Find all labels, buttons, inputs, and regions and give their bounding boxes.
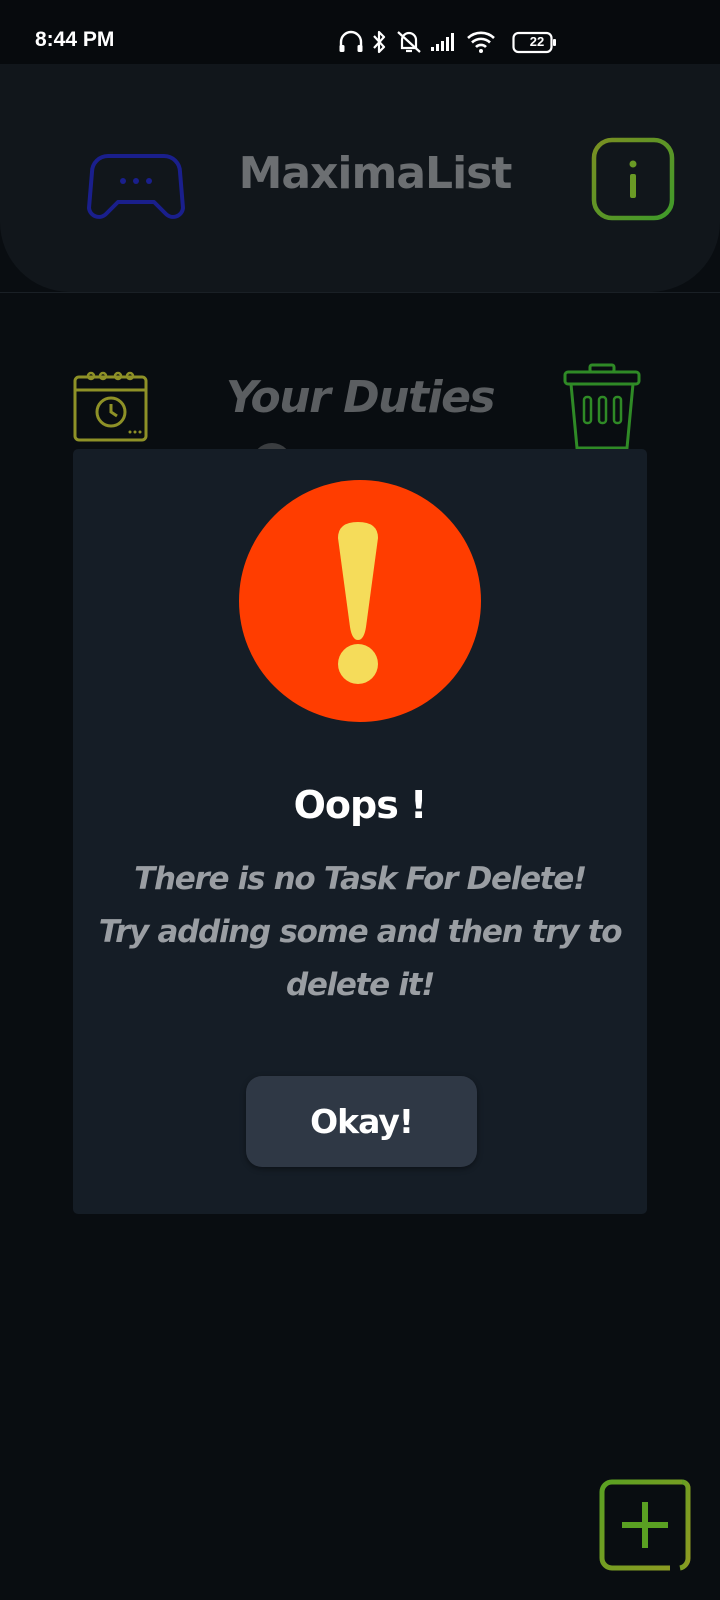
battery-level: 22 [529, 34, 545, 49]
status-bar: 8:44 PM 22 [0, 0, 720, 64]
trash-icon[interactable] [562, 362, 642, 452]
status-time: 8:44 PM [35, 28, 115, 51]
dialog-title: Oops ! [293, 783, 428, 827]
cell-signal-icon [431, 33, 454, 51]
okay-button[interactable]: Okay! [246, 1076, 477, 1167]
oops-dialog: Oops ! There is no Task For Delete! Try … [73, 449, 647, 1214]
dialog-message: There is no Task For Delete! Try adding … [98, 861, 623, 1003]
duties-title: Your Duties [225, 372, 496, 423]
wifi-icon [467, 31, 495, 53]
warning-circle [239, 480, 481, 722]
add-icon[interactable] [598, 1478, 692, 1572]
calendar-history-icon[interactable] [72, 368, 150, 444]
app-title: MaximaList [238, 148, 513, 199]
gamepad-icon[interactable] [86, 150, 186, 222]
mute-icon [397, 31, 421, 53]
warning-exclamation-icon [338, 522, 378, 684]
info-icon[interactable] [590, 136, 676, 222]
header-divider [0, 292, 720, 293]
app-screen: 8:44 PM 22 MaximaList Your Duties Oops !… [0, 0, 720, 1600]
headphones-icon [339, 30, 363, 52]
bluetooth-icon [373, 30, 386, 54]
